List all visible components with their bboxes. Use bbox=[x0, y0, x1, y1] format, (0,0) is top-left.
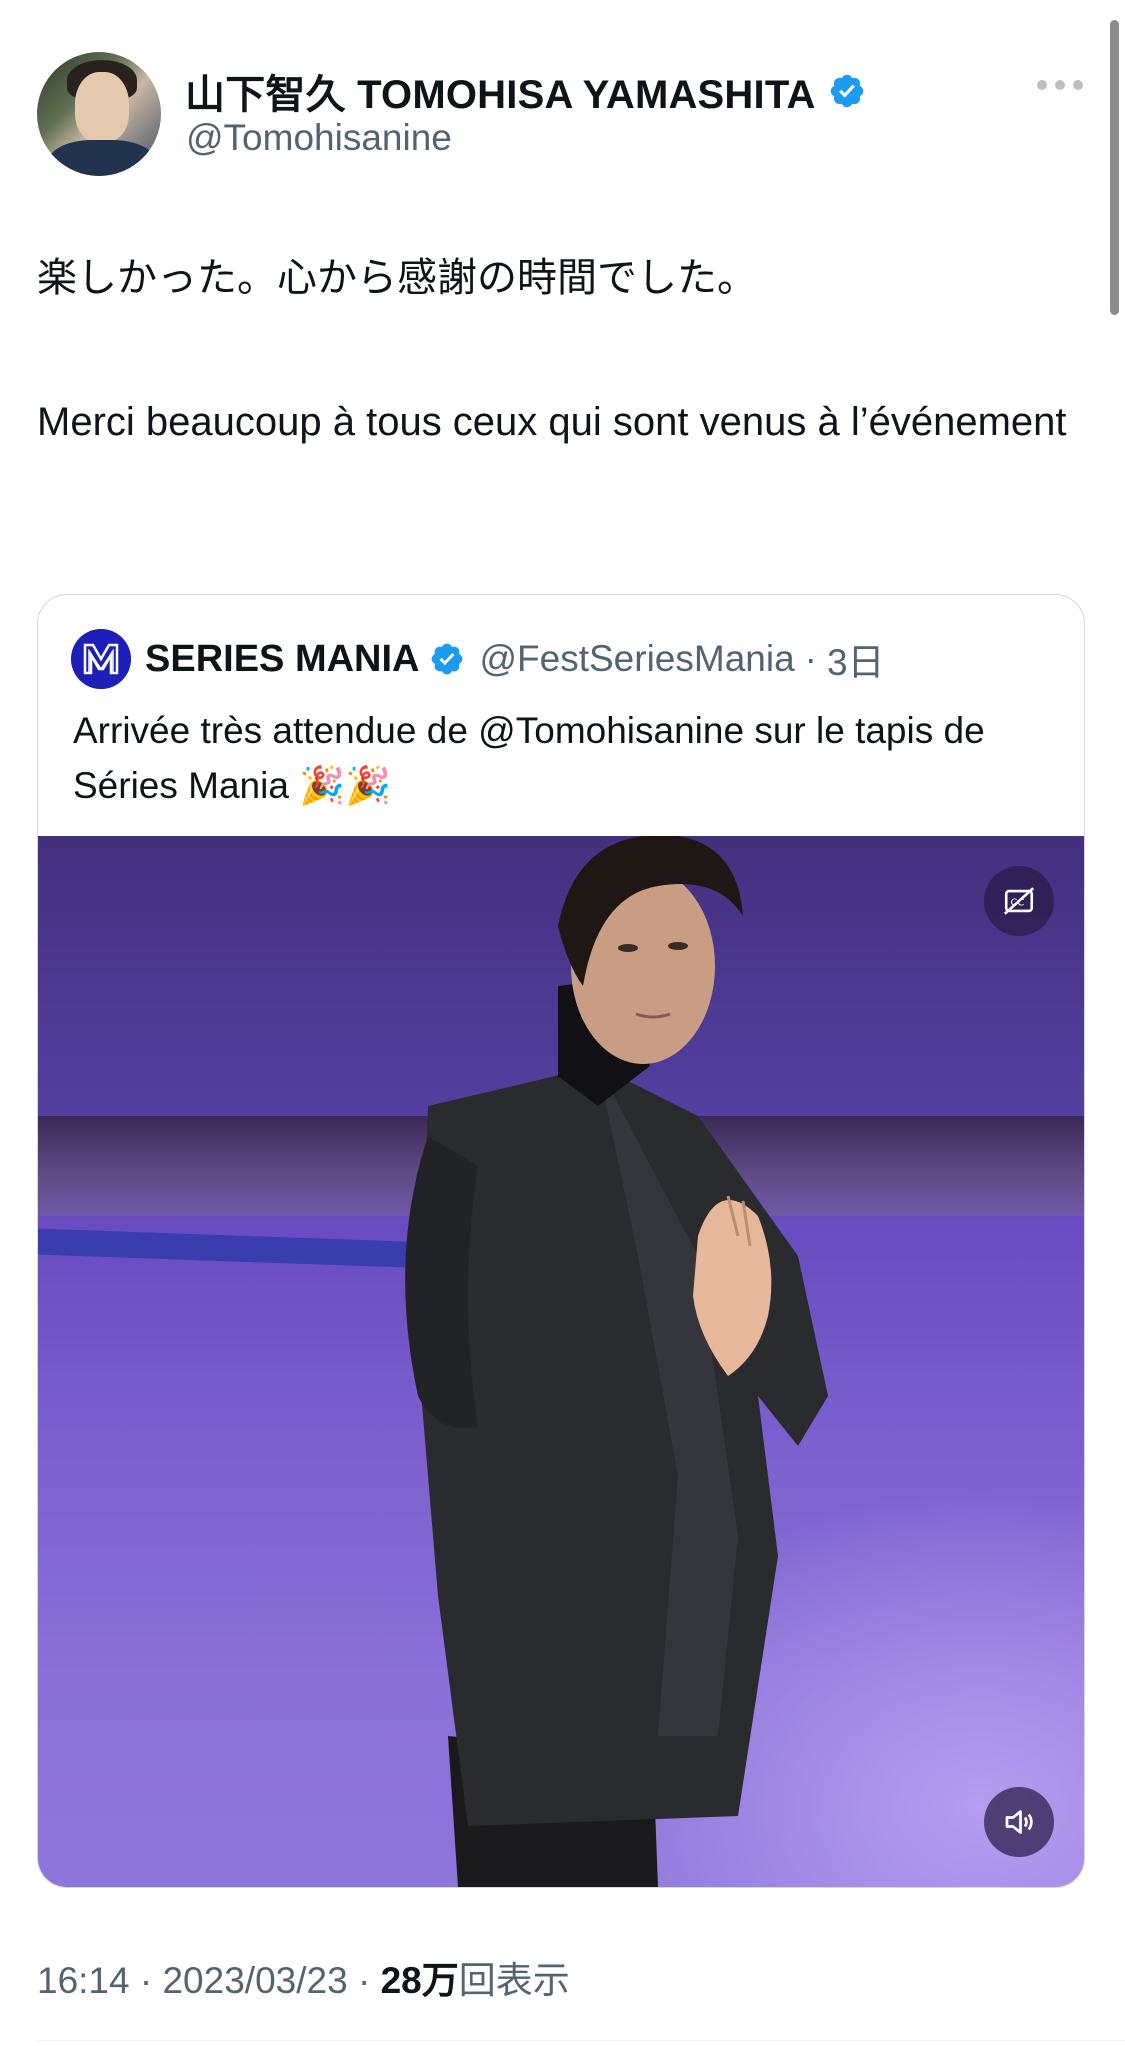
quoted-handle: @FestSeriesMania bbox=[479, 638, 795, 679]
scrollbar[interactable] bbox=[1110, 20, 1119, 315]
quoted-tweet-header: SERIES MANIA @FestSeriesMania · 3日 bbox=[71, 629, 885, 689]
captions-off-icon[interactable]: CC bbox=[984, 866, 1054, 936]
video-player[interactable]: CC bbox=[38, 836, 1084, 1887]
divider bbox=[37, 2040, 1125, 2041]
series-mania-logo-icon[interactable] bbox=[71, 629, 131, 689]
meta-separator: · bbox=[129, 1960, 163, 2001]
verified-badge-icon bbox=[828, 72, 866, 110]
quoted-tweet-text: Arrivée très attendue de @Tomohisanine s… bbox=[73, 710, 985, 806]
author-avatar[interactable] bbox=[37, 52, 161, 176]
quoted-separator: · bbox=[804, 638, 817, 679]
volume-muted-icon[interactable] bbox=[984, 1787, 1054, 1857]
author-name-row: 山下智久 TOMOHISA YAMASHITA bbox=[185, 62, 866, 120]
tweet-text-japanese: 楽しかった。心から感謝の時間でした。 bbox=[37, 256, 757, 300]
more-options-icon[interactable] bbox=[1037, 80, 1083, 90]
quoted-timestamp: 3日 bbox=[826, 642, 885, 683]
author-handle[interactable]: @Tomohisanine bbox=[186, 117, 452, 159]
verified-badge-icon bbox=[429, 641, 465, 677]
views-count[interactable]: 28万 bbox=[381, 1960, 459, 2001]
video-frame bbox=[405, 836, 828, 1887]
quoted-display-name: SERIES MANIA bbox=[145, 637, 420, 680]
views-label: 回表示 bbox=[458, 1960, 570, 2001]
tweet-text-french: Merci beaucoup à tous ceux qui sont venu… bbox=[37, 400, 1067, 444]
tweet-date: 2023/03/23 bbox=[162, 1960, 348, 2001]
author-display-name[interactable]: 山下智久 TOMOHISA YAMASHITA bbox=[185, 62, 816, 120]
tweet-time: 16:14 bbox=[37, 1960, 130, 2001]
quoted-tweet-card[interactable]: SERIES MANIA @FestSeriesMania · 3日 Arriv… bbox=[37, 594, 1085, 1888]
meta-separator: · bbox=[347, 1960, 381, 2001]
tweet-meta: 16:14 · 2023/03/23 · 28万回表示 bbox=[37, 1950, 570, 2004]
